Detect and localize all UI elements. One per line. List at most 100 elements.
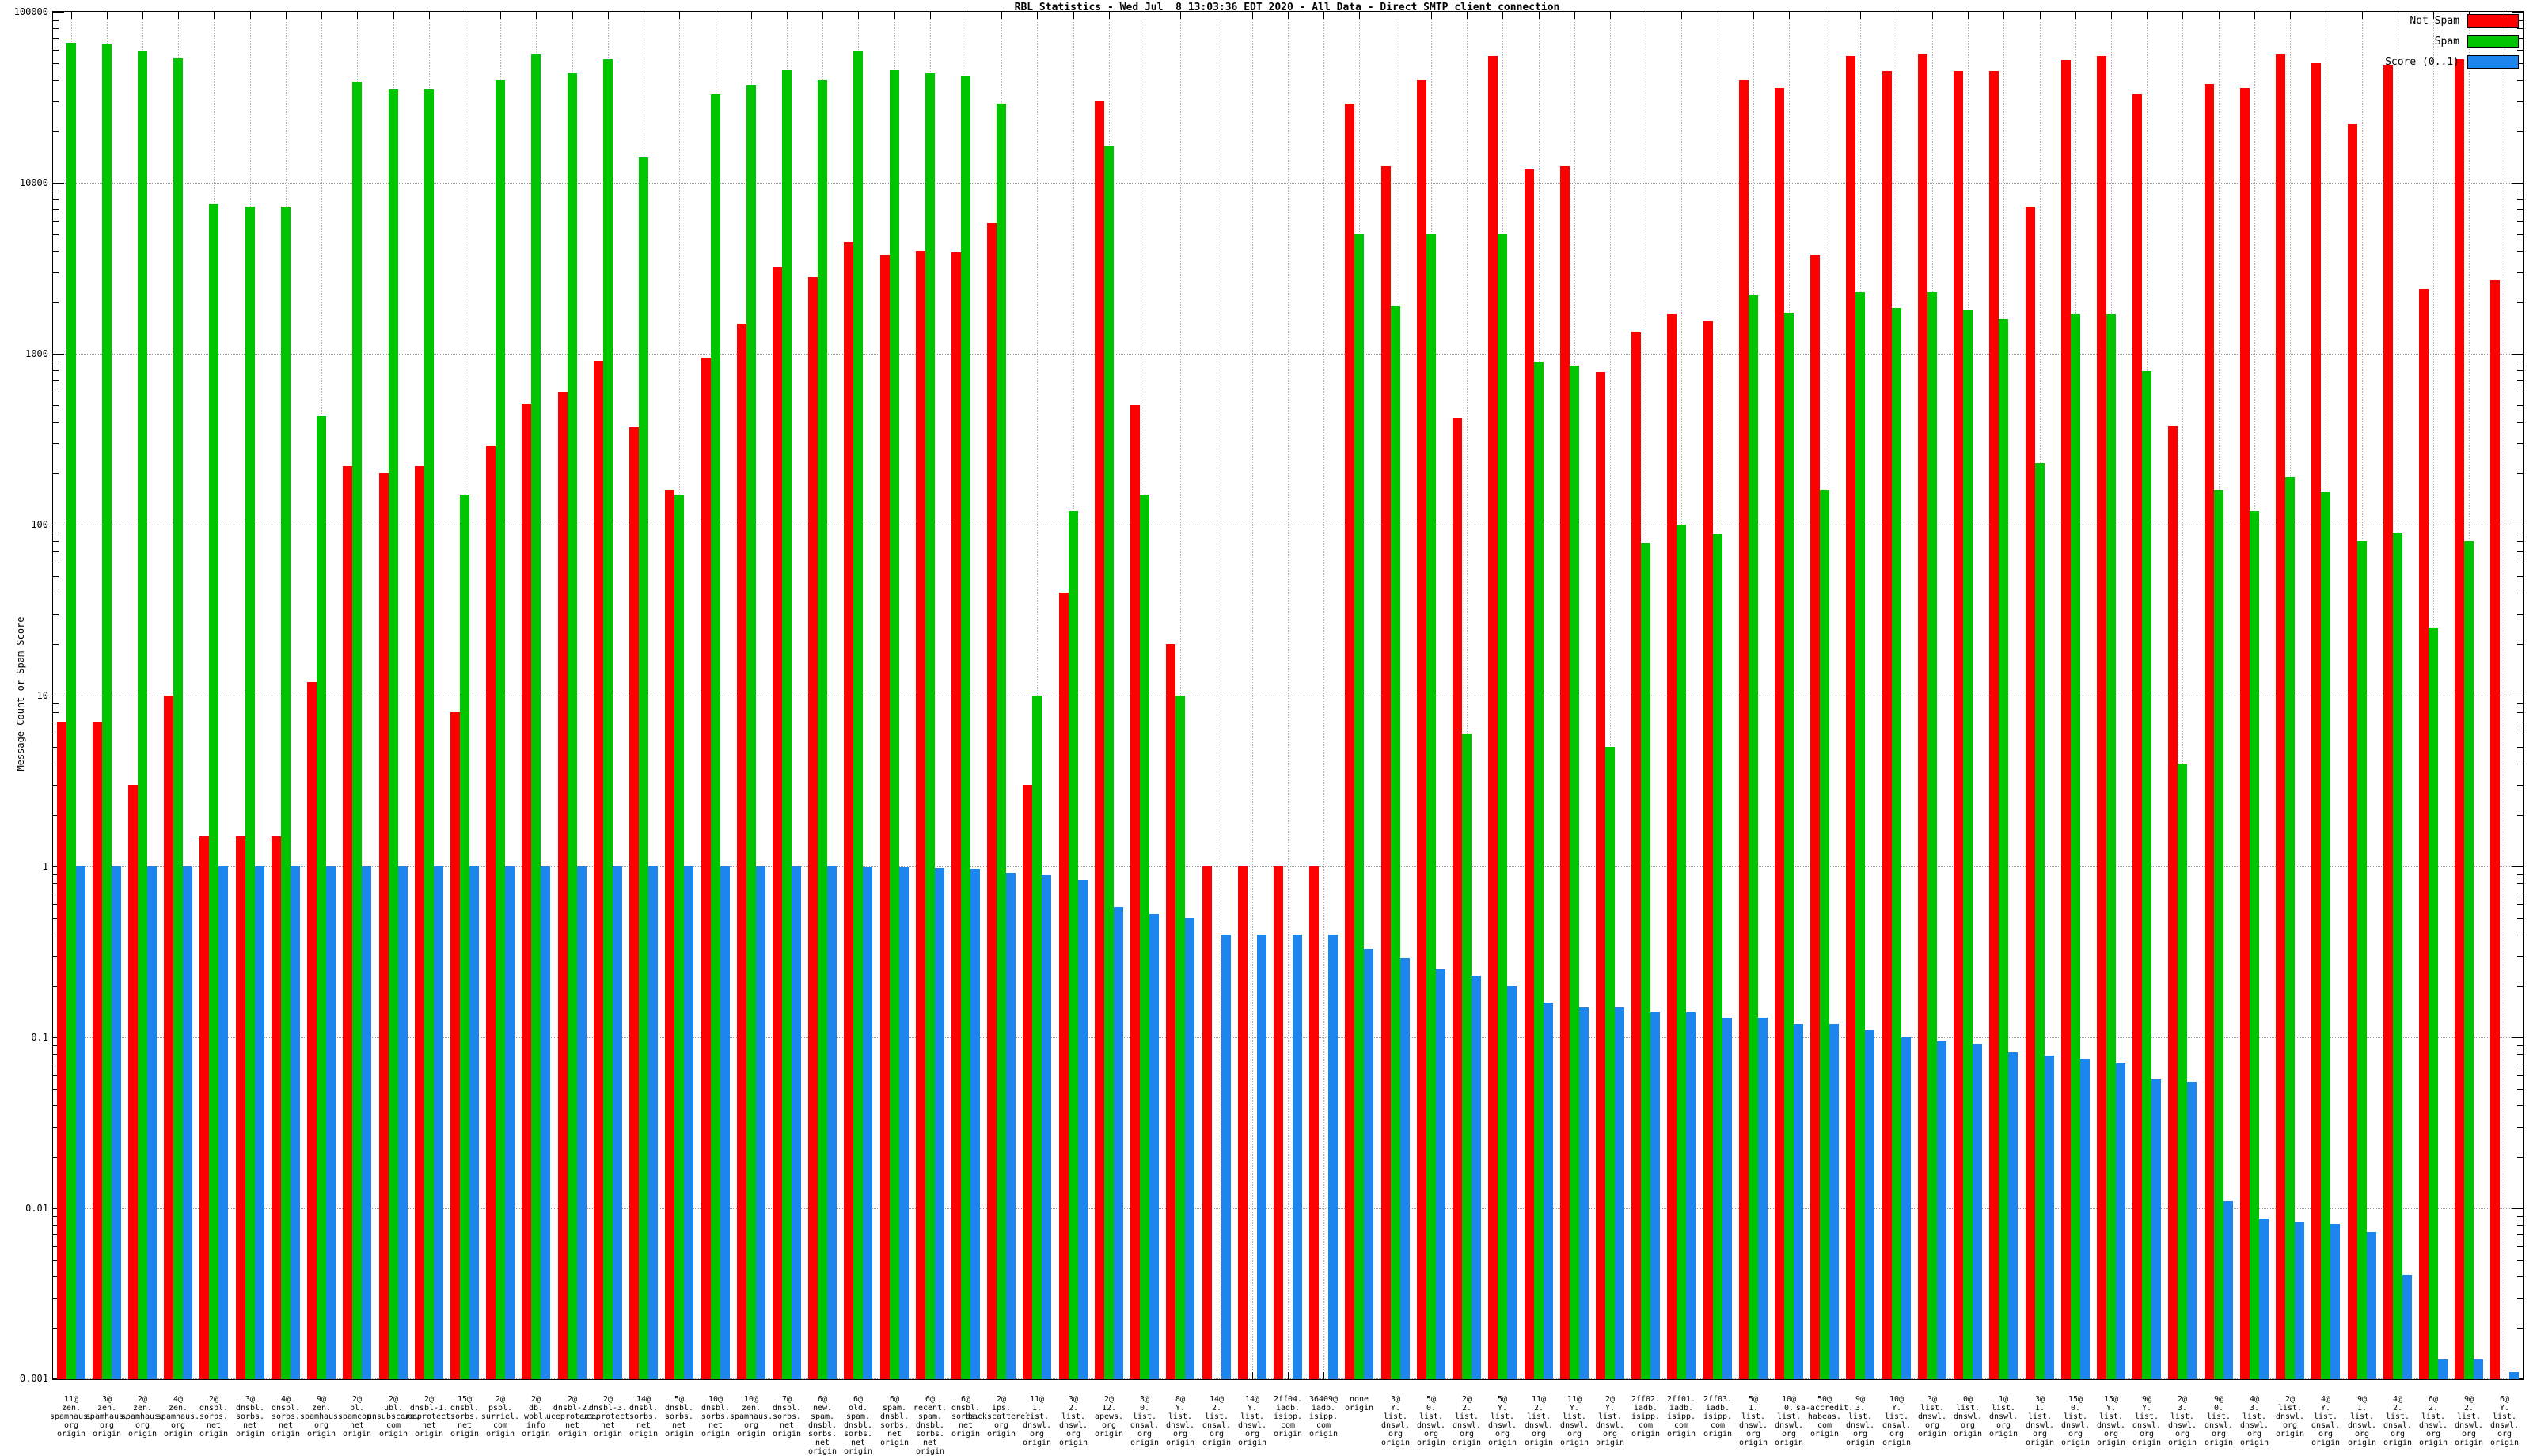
x-tick: [2003, 12, 2004, 19]
legend-item: Not Spam: [2385, 14, 2519, 28]
legend-label: Score (0..1): [2385, 56, 2459, 68]
bar-score: [935, 868, 944, 1379]
bar-score: [112, 866, 121, 1379]
bar-score: [1185, 918, 1194, 1379]
bar-spam: [209, 204, 218, 1379]
bar-score: [2080, 1059, 2090, 1379]
bar-score: [2295, 1222, 2304, 1379]
x-tick: [536, 12, 537, 19]
bar-spam: [1534, 362, 1544, 1379]
plot-area: 1000001000010001001010.10.010.00111@ zen…: [52, 11, 2524, 1380]
y-minor-tick: [2517, 541, 2523, 542]
bar-not-spam: [1130, 405, 1140, 1379]
bar-spam: [2142, 371, 2151, 1379]
bar-spam: [1175, 696, 1185, 1379]
legend-label: Spam: [2435, 36, 2459, 47]
bar-not-spam: [2240, 88, 2250, 1379]
x-tick: [572, 12, 573, 19]
bar-not-spam: [522, 404, 531, 1379]
bar-score: [863, 867, 872, 1379]
bar-not-spam: [93, 722, 102, 1379]
bar-spam: [711, 94, 720, 1379]
bar-score: [1042, 875, 1051, 1379]
bar-spam: [1677, 525, 1686, 1379]
y-minor-tick: [2517, 1260, 2523, 1261]
bar-score: [326, 866, 336, 1379]
y-major-tick: [53, 12, 64, 13]
bar-spam: [1462, 734, 1472, 1379]
y-major-tick: [2512, 183, 2523, 184]
bar-spam: [531, 54, 541, 1379]
bar-not-spam: [987, 223, 997, 1379]
x-tick: [393, 12, 394, 19]
bar-not-spam: [1059, 593, 1069, 1379]
x-tick: [1789, 12, 1790, 19]
x-tick: [1109, 12, 1110, 19]
y-minor-tick: [2517, 234, 2523, 235]
bar-score: [505, 866, 515, 1379]
bar-not-spam: [199, 836, 209, 1379]
bar-not-spam: [2026, 207, 2035, 1379]
bar-not-spam: [164, 696, 173, 1379]
bar-spam: [1855, 292, 1865, 1379]
bar-spam: [2250, 511, 2259, 1379]
bar-score: [2259, 1219, 2269, 1379]
x-tick: [107, 12, 108, 19]
x-tick: [679, 12, 680, 19]
bar-not-spam: [1810, 255, 1820, 1379]
x-tick: [1323, 12, 1324, 19]
y-minor-tick: [53, 251, 59, 252]
bar-spam: [1892, 308, 1901, 1379]
bar-not-spam: [1381, 166, 1391, 1379]
bar-not-spam: [343, 466, 352, 1379]
bar-score: [1758, 1018, 1768, 1379]
y-tick-label: 100: [0, 520, 48, 529]
y-major-tick: [53, 183, 64, 184]
x-tick: [2254, 12, 2255, 19]
bar-spam: [568, 73, 577, 1379]
x-tick: [751, 12, 752, 19]
y-minor-tick: [53, 541, 59, 542]
legend-item: Score (0..1): [2385, 55, 2519, 69]
bar-spam: [1391, 306, 1400, 1379]
x-tick: [1574, 12, 1575, 19]
bar-spam: [2393, 533, 2402, 1379]
y-minor-tick: [53, 221, 59, 222]
bar-not-spam: [1846, 56, 1855, 1379]
bar-not-spam: [2205, 84, 2214, 1379]
bar-not-spam: [450, 712, 460, 1379]
x-tick: [1323, 1372, 1324, 1379]
bar-spam: [2285, 477, 2295, 1379]
x-tick: [2290, 12, 2291, 19]
x-tick: [178, 12, 179, 19]
bar-score: [1722, 1018, 1732, 1379]
bar-not-spam: [808, 277, 818, 1379]
y-minor-tick: [53, 644, 59, 645]
y-minor-tick: [2517, 380, 2523, 381]
y-minor-tick: [2517, 272, 2523, 273]
bar-score: [1865, 1030, 1874, 1379]
legend: Not Spam Spam Score (0..1): [2385, 14, 2519, 76]
bar-score: [469, 866, 479, 1379]
bar-not-spam: [1703, 321, 1713, 1379]
bar-score: [899, 867, 909, 1379]
bar-spam: [496, 80, 505, 1379]
bar-score: [183, 866, 192, 1379]
y-minor-tick: [2517, 1045, 2523, 1046]
bar-score: [613, 866, 622, 1379]
bar-score: [362, 866, 371, 1379]
bar-spam: [317, 416, 326, 1379]
bar-score: [2008, 1052, 2018, 1379]
bar-not-spam: [1166, 644, 1175, 1379]
y-minor-tick: [2517, 1276, 2523, 1277]
bar-score: [2438, 1359, 2448, 1379]
bar-not-spam: [1274, 866, 1283, 1379]
bar-score: [1686, 1012, 1696, 1379]
y-minor-tick: [2517, 874, 2523, 875]
y-minor-tick: [53, 370, 59, 371]
bar-spam: [1641, 543, 1650, 1379]
bar-not-spam: [2168, 426, 2178, 1379]
y-minor-tick: [2517, 101, 2523, 102]
x-tick: [1610, 12, 1611, 19]
bar-spam: [424, 89, 434, 1379]
